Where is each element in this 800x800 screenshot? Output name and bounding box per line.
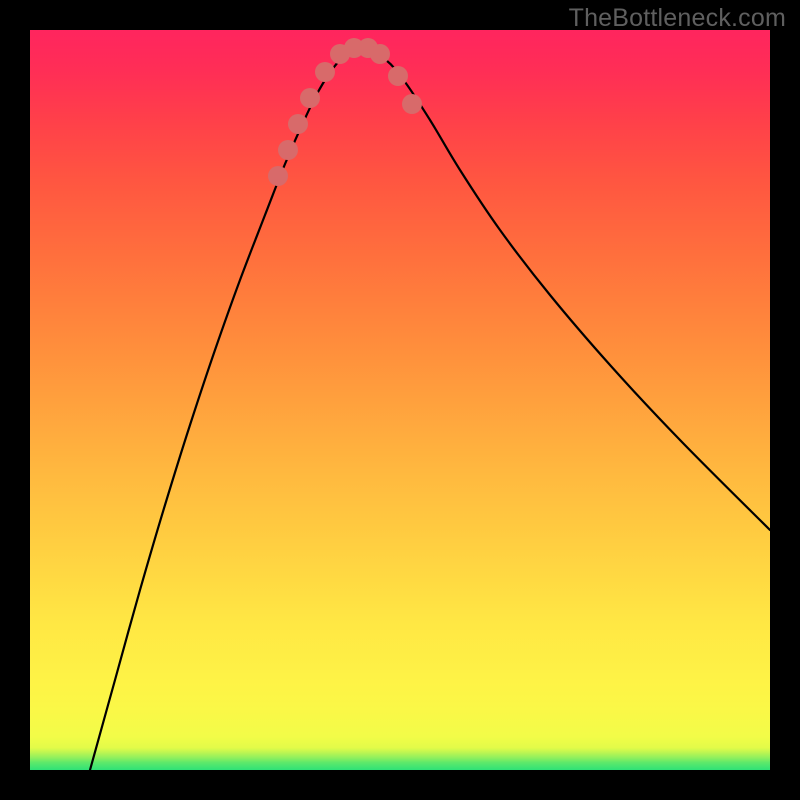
watermark-text: TheBottleneck.com [569,4,786,33]
highlight-marker [402,94,422,114]
bottleneck-curve [90,50,770,770]
curve-svg [30,30,770,770]
highlight-marker [278,140,298,160]
highlight-marker [300,88,320,108]
highlight-marker [315,62,335,82]
highlight-marker [268,166,288,186]
highlight-marker [388,66,408,86]
plot-area [30,30,770,770]
highlight-marker [288,114,308,134]
highlight-markers [268,38,422,186]
highlight-marker [370,44,390,64]
chart-container: TheBottleneck.com [0,0,800,800]
